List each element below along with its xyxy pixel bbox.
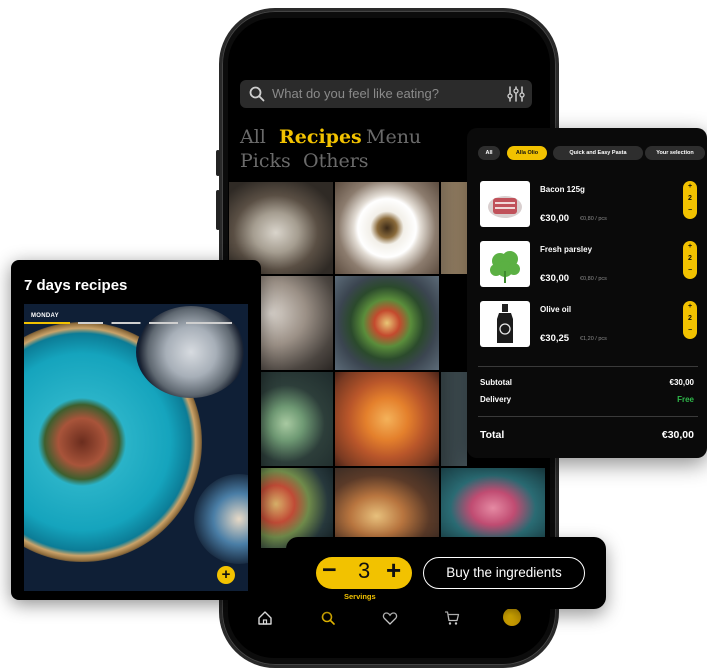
cart-item-unit-price: €0,80 / pcs bbox=[580, 276, 607, 282]
cart-item-unit-price: €1,20 / pcs bbox=[580, 336, 607, 342]
total-label: Total bbox=[480, 429, 505, 441]
recipe-photo-dessert[interactable] bbox=[441, 468, 545, 548]
tab-others[interactable]: Others bbox=[303, 150, 369, 172]
search-icon[interactable] bbox=[320, 610, 336, 626]
plus-icon[interactable]: + bbox=[683, 301, 697, 313]
plus-icon[interactable]: + bbox=[683, 181, 697, 193]
recipe-photo-edge[interactable] bbox=[441, 182, 467, 274]
cart-item-qty: 2 bbox=[688, 255, 692, 262]
cart-item-name: Fresh parsley bbox=[540, 245, 593, 254]
tab-recipes[interactable]: Recipes bbox=[279, 126, 362, 148]
parsley-icon bbox=[490, 251, 520, 283]
profile-icon[interactable] bbox=[503, 608, 521, 626]
recipe-photo-carrots[interactable] bbox=[335, 372, 439, 466]
weekly-recipe-photo[interactable] bbox=[24, 304, 248, 591]
servings-increase-button[interactable]: + bbox=[386, 555, 401, 586]
subtotal-label: Subtotal bbox=[480, 378, 512, 387]
cart-item-qty: 2 bbox=[688, 315, 692, 322]
tab-menu[interactable]: Menu bbox=[366, 126, 421, 148]
phone-volume-button bbox=[216, 150, 220, 176]
side-dish-shape bbox=[194, 474, 248, 564]
minus-icon[interactable]: − bbox=[683, 325, 697, 337]
cart-item-qty-stepper[interactable]: +2 − bbox=[683, 241, 697, 279]
cart-item-qty-stepper[interactable]: +2 − bbox=[683, 181, 697, 219]
phone-volume-button bbox=[216, 190, 220, 230]
day-label: MONDAY bbox=[31, 313, 59, 319]
cart-item-image bbox=[480, 301, 530, 347]
add-recipe-button[interactable]: + bbox=[217, 566, 235, 584]
minus-icon[interactable]: − bbox=[683, 265, 697, 277]
cart-card bbox=[467, 128, 707, 458]
divider bbox=[478, 416, 698, 417]
bacon-icon bbox=[488, 196, 522, 218]
cart-item-qty: 2 bbox=[688, 195, 692, 202]
servings-decrease-button[interactable]: − bbox=[322, 556, 337, 585]
day-progress-bar bbox=[24, 322, 232, 324]
delivery-label: Delivery bbox=[480, 395, 512, 404]
weekly-recipes-title: 7 days recipes bbox=[24, 277, 128, 294]
cart-item-price: €30,00 bbox=[540, 213, 570, 224]
home-icon[interactable] bbox=[257, 610, 273, 626]
filter-chip-all[interactable]: All bbox=[478, 146, 500, 160]
servings-count: 3 bbox=[358, 558, 371, 583]
buy-ingredients-button[interactable]: Buy the ingredients bbox=[423, 557, 585, 589]
tab-picks[interactable]: Picks bbox=[240, 150, 291, 172]
plus-icon[interactable]: + bbox=[683, 241, 697, 253]
cart-item-unit-price: €0,80 / pcs bbox=[580, 216, 607, 222]
minus-icon[interactable]: − bbox=[683, 205, 697, 217]
search-input[interactable]: What do you feel like eating? bbox=[272, 86, 439, 101]
cart-icon[interactable] bbox=[444, 610, 460, 626]
delivery-value: Free bbox=[677, 395, 694, 404]
heart-icon[interactable] bbox=[382, 610, 398, 626]
recipe-photo-salad[interactable] bbox=[335, 276, 439, 370]
servings-label: Servings bbox=[344, 592, 376, 601]
bowl-shape bbox=[136, 306, 246, 398]
cart-item-name: Olive oil bbox=[540, 305, 572, 314]
recipe-photo-dish[interactable] bbox=[335, 468, 439, 548]
filter-icon[interactable] bbox=[507, 85, 525, 103]
recipe-photo-pasta[interactable] bbox=[335, 182, 439, 274]
cart-item-image bbox=[480, 241, 530, 287]
divider bbox=[478, 366, 698, 367]
filter-chip-your-selection[interactable]: Your selection bbox=[645, 146, 705, 160]
search-icon bbox=[249, 86, 265, 102]
cart-item-image bbox=[480, 181, 530, 227]
subtotal-value: €30,00 bbox=[669, 378, 694, 387]
filter-chip-alla-olio[interactable]: Alla Olio bbox=[507, 146, 547, 160]
cart-item-qty-stepper[interactable]: +2 − bbox=[683, 301, 697, 339]
recipe-photo-edge[interactable] bbox=[441, 372, 467, 466]
tab-all[interactable]: All bbox=[240, 126, 266, 148]
filter-chip-quick-pasta[interactable]: Quick and Easy Pasta bbox=[553, 146, 643, 160]
olive-oil-icon bbox=[497, 304, 513, 343]
cart-item-price: €30,25 bbox=[540, 333, 570, 344]
cart-item-name: Bacon 125g bbox=[540, 185, 585, 194]
cart-item-price: €30,00 bbox=[540, 273, 570, 284]
total-value: €30,00 bbox=[661, 429, 694, 441]
